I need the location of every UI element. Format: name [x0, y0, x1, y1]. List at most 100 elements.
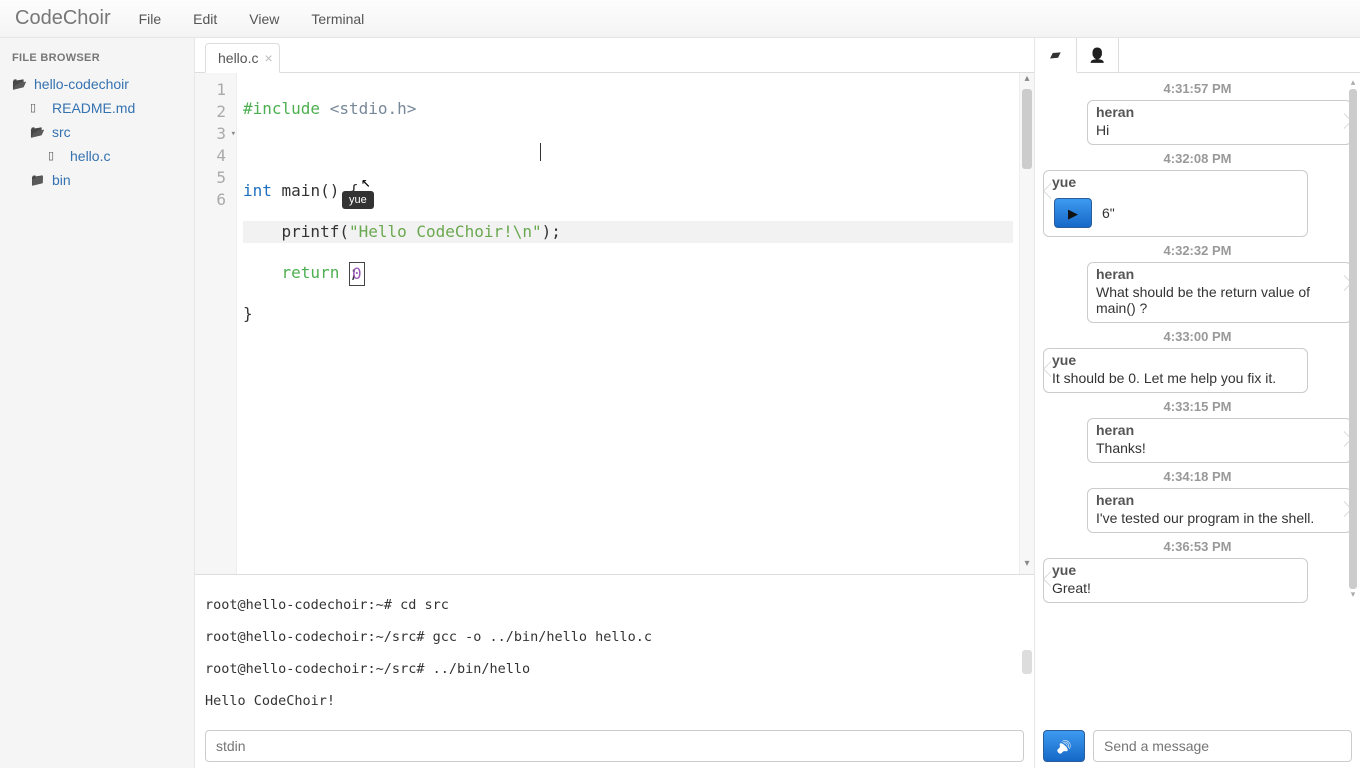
code-token: return [282, 263, 340, 282]
tree-item-src[interactable]: src [12, 120, 190, 144]
code-token: printf( [243, 222, 349, 241]
scroll-down-icon[interactable]: ▾ [1020, 558, 1034, 574]
speaker-icon [1057, 738, 1072, 754]
folder-open-icon [30, 125, 46, 139]
chat-voice-message: yue 6" [1043, 170, 1308, 237]
chat-timestamp: 4:31:57 PM [1043, 81, 1352, 96]
line-number: 4 [195, 145, 226, 167]
person-icon [1089, 47, 1106, 64]
chat-sender: heran [1096, 492, 1343, 508]
tree-item-bin[interactable]: bin [12, 168, 190, 192]
chat-text: It should be 0. Let me help you fix it. [1052, 370, 1299, 386]
file-icon [30, 101, 46, 115]
file-icon [48, 149, 64, 163]
chat-timestamp: 4:32:32 PM [1043, 243, 1352, 258]
chat-sender: yue [1052, 174, 1299, 190]
chat-message: heran Hi [1087, 100, 1352, 145]
collab-user-tooltip: yue [342, 191, 374, 209]
code-token: <stdio.h> [320, 99, 416, 118]
chat-message: heran Thanks! [1087, 418, 1352, 463]
tree-item-label: src [52, 124, 71, 140]
chat-message: yue It should be 0. Let me help you fix … [1043, 348, 1308, 393]
editor-caret [540, 143, 541, 161]
stdin-input[interactable] [205, 730, 1024, 762]
chat-timestamp: 4:32:08 PM [1043, 151, 1352, 166]
chat-tab-users[interactable] [1077, 38, 1119, 72]
chat-timestamp: 4:34:18 PM [1043, 469, 1352, 484]
chat-tabs [1035, 38, 1360, 73]
chat-text: Thanks! [1096, 440, 1343, 456]
chat-text: Great! [1052, 580, 1299, 596]
chat-text: Hi [1096, 122, 1343, 138]
terminal-line: root@hello-codechoir:~/src# ../bin/hello [205, 661, 1024, 677]
menu-terminal[interactable]: Terminal [311, 11, 364, 27]
app-brand: CodeChoir [15, 7, 111, 30]
tree-item-hello-c[interactable]: hello.c [12, 144, 190, 168]
scroll-thumb[interactable] [1349, 89, 1357, 589]
code-token: "Hello CodeChoir!\n" [349, 222, 542, 241]
scroll-thumb[interactable] [1022, 89, 1032, 169]
chat-message: heran I've tested our program in the she… [1087, 488, 1352, 533]
tree-item-project-root[interactable]: hello-codechoir [12, 72, 190, 96]
chat-sender: heran [1096, 266, 1343, 282]
terminal-line: root@hello-codechoir:~# cd src [205, 597, 1024, 613]
editor-tab-hello-c[interactable]: hello.c × [205, 43, 280, 73]
file-tree: hello-codechoir README.md src hello.c bi… [0, 70, 194, 192]
code-editor[interactable]: 1 2 3 4 5 6 #include <stdio.h> int main(… [195, 73, 1034, 574]
tree-item-label: README.md [52, 100, 135, 116]
chat-timestamp: 4:33:00 PM [1043, 329, 1352, 344]
chat-message: heran What should be the return value of… [1087, 262, 1352, 323]
play-button[interactable] [1054, 198, 1092, 228]
code-token: #include [243, 99, 320, 118]
chat-timestamp: 4:36:53 PM [1043, 539, 1352, 554]
code-area[interactable]: #include <stdio.h> int main() { printf("… [237, 73, 1019, 574]
menu: File Edit View Terminal [139, 11, 397, 27]
terminal-line: Hello CodeChoir! [205, 693, 1024, 709]
menu-file[interactable]: File [139, 11, 162, 27]
chat-tab-messages[interactable] [1035, 38, 1077, 73]
chat-scrollbar[interactable]: ▴ ▾ [1348, 77, 1358, 720]
tree-item-label: bin [52, 172, 71, 188]
code-token [243, 263, 282, 282]
menu-view[interactable]: View [249, 11, 279, 27]
chat-sender: yue [1052, 562, 1299, 578]
terminal[interactable]: root@hello-codechoir:~# cd src root@hell… [195, 574, 1034, 724]
code-token [339, 263, 349, 282]
terminal-line: root@hello-codechoir:~/src# gcc -o ../bi… [205, 629, 1024, 645]
file-browser-header: FILE BROWSER [0, 46, 194, 70]
mouse-cursor-icon: ↖ [361, 172, 377, 188]
line-number: 5 [195, 167, 226, 189]
voice-record-button[interactable] [1043, 730, 1085, 762]
play-icon [1068, 205, 1078, 222]
chat-icon [1050, 46, 1061, 63]
tree-item-label: hello-codechoir [34, 76, 129, 92]
editor-gutter: 1 2 3 4 5 6 [195, 73, 237, 574]
scroll-down-icon[interactable]: ▾ [1348, 589, 1358, 601]
file-browser-sidebar: FILE BROWSER hello-codechoir README.md s… [0, 38, 195, 768]
chat-message: yue Great! [1043, 558, 1308, 603]
line-number: 3 [195, 123, 226, 145]
chat-input[interactable] [1093, 730, 1352, 762]
editor-scrollbar[interactable]: ▴ ▾ [1019, 73, 1034, 574]
tree-item-readme[interactable]: README.md [12, 96, 190, 120]
code-token: int [243, 181, 272, 200]
chat-panel: 4:31:57 PM heran Hi 4:32:08 PM yue 6" 4:… [1035, 38, 1360, 768]
chat-body: 4:31:57 PM heran Hi 4:32:08 PM yue 6" 4:… [1035, 73, 1360, 724]
scroll-up-icon[interactable]: ▴ [1020, 73, 1034, 89]
menubar: CodeChoir File Edit View Terminal [0, 0, 1360, 38]
line-number: 2 [195, 101, 226, 123]
code-token: } [243, 304, 253, 323]
close-icon[interactable]: × [264, 53, 272, 63]
editor-tabs: hello.c × [195, 38, 1034, 73]
menu-edit[interactable]: Edit [193, 11, 217, 27]
code-token: ); [542, 222, 561, 241]
scroll-up-icon[interactable]: ▴ [1348, 77, 1358, 89]
voice-duration: 6" [1102, 205, 1115, 221]
terminal-scroll-thumb[interactable] [1022, 650, 1032, 674]
line-number: 6 [195, 189, 226, 211]
tree-item-label: hello.c [70, 148, 110, 164]
folder-open-icon [12, 77, 28, 91]
stdin-bar [195, 724, 1034, 768]
editor-tab-label: hello.c [218, 50, 258, 66]
chat-text: What should be the return value of main(… [1096, 284, 1343, 316]
